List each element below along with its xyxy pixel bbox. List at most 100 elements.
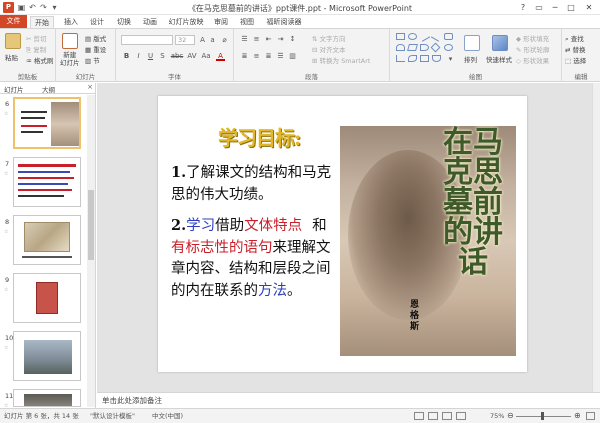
slide-thumbnail-9[interactable] [13,273,81,323]
find-button[interactable]: ⌕ 查找 [565,33,584,44]
shape-textbox-icon[interactable] [420,55,429,62]
decrease-indent-icon[interactable]: ⇤ [264,35,273,44]
thumbnail-scrollbar-thumb[interactable] [88,190,94,260]
notes-pane[interactable]: 单击此处添加备注 [97,392,600,408]
shape-line-icon[interactable] [418,31,431,42]
tab-design[interactable]: 设计 [86,16,108,28]
tab-outline[interactable]: 大纲 [42,84,55,94]
tab-review[interactable]: 审阅 [210,16,232,28]
font-name-combo[interactable] [121,35,173,45]
quick-styles-button[interactable]: 快速样式 [486,54,512,64]
shape-smile-icon[interactable] [432,55,441,62]
paste-button[interactable]: 粘贴 [5,52,18,62]
tab-animations[interactable]: 动画 [138,16,162,28]
slide-thumbnail-8[interactable] [13,215,81,265]
objective-point-1[interactable]: 1.了解课文的结构和马克思的伟大功绩。 [171,162,339,206]
numbering-icon[interactable]: ≡ [252,35,261,44]
theme-name[interactable]: "默认设计模板" [90,409,135,423]
font-size-combo[interactable]: 32 [175,35,195,45]
shape-circle-icon[interactable] [444,44,453,51]
italic-button[interactable]: I [134,52,143,61]
tab-slideshow[interactable]: 幻灯片放映 [166,16,206,28]
slide-sorter-icon[interactable] [428,412,438,420]
new-slide-icon[interactable] [62,33,78,49]
grow-font-icon[interactable]: A [198,36,207,45]
shape-effects-button[interactable]: ◇ 形状效果 [516,55,549,65]
objective-point-2[interactable]: 2.学习借助文体特点 和有标志性的语句来理解文章内容、结构和层段之间的内在联系的方… [171,215,339,302]
shape-arc-icon[interactable] [396,44,405,51]
zoom-in-icon[interactable]: ⊕ [574,409,581,423]
slide-thumbnail-6[interactable] [13,97,81,149]
align-right-icon[interactable]: ≣ [264,52,273,61]
shape-connector-icon[interactable] [396,55,405,62]
slide-title[interactable]: 学习目标: [218,122,301,151]
language-indicator[interactable]: 中文(中国) [152,409,183,423]
zoom-level[interactable]: 75% [490,409,504,423]
tab-slides[interactable]: 幻灯片 [4,84,24,94]
copy-button[interactable]: ⎘ 复制 [26,44,46,55]
underline-button[interactable]: U [146,52,155,61]
shape-arrow-icon[interactable] [430,31,443,42]
help-button[interactable]: ? [516,2,530,13]
replace-button[interactable]: ⇄ 替换 [565,44,586,54]
char-spacing-button[interactable]: AV [186,52,198,61]
align-left-icon[interactable]: ≣ [240,52,249,61]
shape-diamond-icon[interactable] [430,42,441,53]
thumbnail-scrollbar[interactable] [87,95,95,407]
slide-thumbnail-7[interactable] [13,157,81,207]
reset-button[interactable]: ▦ 重设 [85,44,106,54]
shape-fill-button[interactable]: ◆ 形状填充 [516,33,549,43]
current-slide[interactable]: 学习目标: 1.了解课文的结构和马克思的伟大功绩。 2.学习借助文体特点 和有标志… [158,96,527,372]
tab-foxit-reader[interactable]: 福昕阅读器 [262,16,306,28]
shape-rounded-rect-icon[interactable] [444,33,453,40]
slide-thumbnail-11[interactable] [13,389,81,407]
maximize-button[interactable]: □ [564,2,578,13]
change-case-button[interactable]: Aa [200,52,212,61]
section-button[interactable]: ▥ 节 [85,55,100,65]
arrange-button[interactable]: 排列 [464,54,477,64]
close-pane-icon[interactable]: × [87,83,93,91]
clear-formatting-icon[interactable]: ⌀ [220,36,229,45]
align-text-button[interactable]: ⊟ 对齐文本 [312,44,346,54]
book-cover-image[interactable]: 在马克思墓前的讲话 恩格斯 [340,126,516,356]
slide-scrollbar[interactable] [592,83,600,392]
zoom-slider-knob[interactable] [541,412,544,420]
tab-transitions[interactable]: 切换 [112,16,136,28]
zoom-out-icon[interactable]: ⊖ [507,409,514,423]
layout-button[interactable]: ▤ 版式 [85,33,106,43]
normal-view-icon[interactable] [414,412,424,420]
line-spacing-icon[interactable]: ↕ [288,35,297,44]
select-button[interactable]: ⬚ 选择 [565,55,586,65]
arrange-icon[interactable] [464,35,480,51]
shape-parallelogram-icon[interactable] [407,44,418,51]
shape-callout-icon[interactable] [420,44,429,51]
columns-icon[interactable]: ▥ [288,52,297,61]
fit-slide-icon[interactable] [586,412,595,420]
cut-button[interactable]: ✂ 剪切 [26,33,47,43]
tab-view[interactable]: 视图 [236,16,258,28]
justify-icon[interactable]: ☰ [276,52,285,61]
font-color-button[interactable]: A [216,52,225,61]
bullets-icon[interactable]: ☰ [240,35,249,44]
paste-icon[interactable] [5,33,21,49]
align-center-icon[interactable]: ≡ [252,52,261,61]
convert-smartart-button[interactable]: ⊞ 转换为 SmartArt [312,55,370,65]
shadow-button[interactable]: S [158,52,167,61]
quick-styles-icon[interactable] [492,35,508,51]
minimize-button[interactable]: ─ [548,2,562,13]
bold-button[interactable]: B [122,52,131,61]
shape-rectangle-icon[interactable] [396,33,405,40]
shrink-font-icon[interactable]: a [208,36,217,45]
increase-indent-icon[interactable]: ⇥ [276,35,285,44]
reading-view-icon[interactable] [442,412,452,420]
more-shapes-icon[interactable]: ▾ [446,55,455,64]
strikethrough-button[interactable]: abc [170,52,184,61]
tab-home[interactable]: 开始 [30,16,54,28]
shape-outline-button[interactable]: ✎ 形状轮廓 [516,44,550,54]
shape-curve-icon[interactable] [408,55,417,62]
tab-file[interactable]: 文件 [0,15,27,28]
close-button[interactable]: ✕ [582,2,596,13]
new-slide-button[interactable]: 新建 幻灯片 [60,51,80,67]
text-direction-button[interactable]: ⇅ 文字方向 [312,33,346,43]
slideshow-view-icon[interactable] [456,412,466,420]
